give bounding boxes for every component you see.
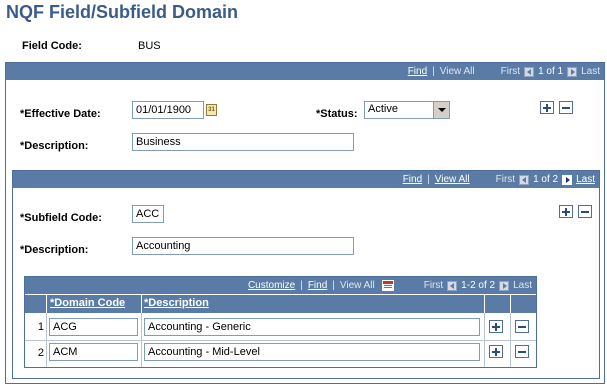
column-divider <box>484 313 485 367</box>
outer-next-arrow-icon[interactable] <box>567 66 578 77</box>
description-label: *Description: <box>20 140 89 152</box>
add-subfield-button[interactable] <box>559 205 573 218</box>
outer-row-counter: 1 of 1 <box>538 66 564 77</box>
column-divider <box>46 313 47 367</box>
effective-date-input[interactable]: 01/01/1900 <box>132 101 204 119</box>
grid-first-link[interactable]: First <box>424 280 443 291</box>
grid-nav-bar: Customize | Find | View All First 1-2 of… <box>25 277 536 294</box>
row-number: 2 <box>37 347 44 359</box>
domain-description-input[interactable]: Accounting - Mid-Level <box>144 343 480 361</box>
column-header-description[interactable]: *Description <box>144 297 209 309</box>
delete-subfield-button[interactable] <box>578 205 592 218</box>
subfield-row-counter: 1 of 2 <box>533 174 559 185</box>
subfield-first-link[interactable]: First <box>496 174 515 185</box>
status-select[interactable]: Active <box>364 101 450 119</box>
subfield-description-input[interactable]: Accounting <box>132 237 354 255</box>
column-divider <box>46 295 47 313</box>
add-domain-row-button[interactable] <box>489 320 503 333</box>
outer-nav-separator: | <box>432 66 435 77</box>
delete-domain-row-button[interactable] <box>515 320 529 333</box>
chevron-down-icon[interactable] <box>433 102 449 118</box>
column-divider <box>510 295 511 313</box>
field-code-value: BUS <box>138 40 161 52</box>
subfield-view-all-link[interactable]: View All <box>435 174 470 185</box>
outer-nav-bar: Find | View All First 1 of 1 Last <box>6 63 604 80</box>
column-divider <box>141 313 142 367</box>
calendar-icon[interactable]: 31 <box>206 104 217 116</box>
add-domain-row-button[interactable] <box>489 345 503 358</box>
subfield-nav-bar: Find | View All First 1 of 2 Last <box>13 171 599 188</box>
subfield-find-link[interactable]: Find <box>403 174 422 185</box>
column-header-domain-code[interactable]: *Domain Code <box>50 297 125 309</box>
column-divider <box>510 313 511 367</box>
domain-code-input[interactable]: ACM <box>49 343 138 361</box>
subfield-next-arrow-icon[interactable] <box>562 174 573 185</box>
outer-first-link[interactable]: First <box>501 66 520 77</box>
row-divider <box>25 340 536 341</box>
column-divider <box>484 295 485 313</box>
outer-prev-arrow-icon[interactable] <box>524 66 535 77</box>
domain-code-input[interactable]: ACG <box>49 318 138 336</box>
grid-nav-separator-2: | <box>332 280 335 291</box>
column-divider <box>141 295 142 313</box>
outer-last-link[interactable]: Last <box>581 66 600 77</box>
grid-last-link[interactable]: Last <box>513 280 532 291</box>
subfield-code-label: *Subfield Code: <box>20 212 102 224</box>
status-label: *Status: <box>316 108 358 120</box>
grid-customize-link[interactable]: Customize <box>248 280 295 291</box>
row-number: 1 <box>37 321 44 333</box>
add-row-button[interactable] <box>540 101 554 114</box>
subfield-prev-arrow-icon[interactable] <box>519 174 530 185</box>
grid-next-arrow-icon[interactable] <box>499 280 510 291</box>
field-code-label: Field Code: <box>22 40 82 52</box>
effective-date-label: *Effective Date: <box>20 108 101 120</box>
outer-find-link[interactable]: Find <box>408 66 427 77</box>
subfield-description-label: *Description: <box>20 244 89 256</box>
delete-row-button[interactable] <box>559 101 573 114</box>
grid-row-counter: 1-2 of 2 <box>461 280 496 291</box>
grid-find-link[interactable]: Find <box>308 280 327 291</box>
subfield-code-input[interactable]: ACC <box>132 205 164 223</box>
delete-domain-row-button[interactable] <box>515 345 529 358</box>
grid-prev-arrow-icon[interactable] <box>447 280 458 291</box>
grid-column-header: *Domain Code *Description <box>25 295 536 313</box>
grid-nav-separator: | <box>300 280 303 291</box>
outer-view-all-link[interactable]: View All <box>440 66 475 77</box>
description-input[interactable]: Business <box>132 133 354 151</box>
grid-view-all-link[interactable]: View All <box>340 280 375 291</box>
status-select-value: Active <box>368 103 398 115</box>
download-grid-icon[interactable] <box>381 280 394 291</box>
domain-description-input[interactable]: Accounting - Generic <box>144 318 480 336</box>
subfield-last-link[interactable]: Last <box>576 174 595 185</box>
subfield-nav-separator: | <box>427 174 430 185</box>
page-title: NQF Field/Subfield Domain <box>6 2 239 22</box>
